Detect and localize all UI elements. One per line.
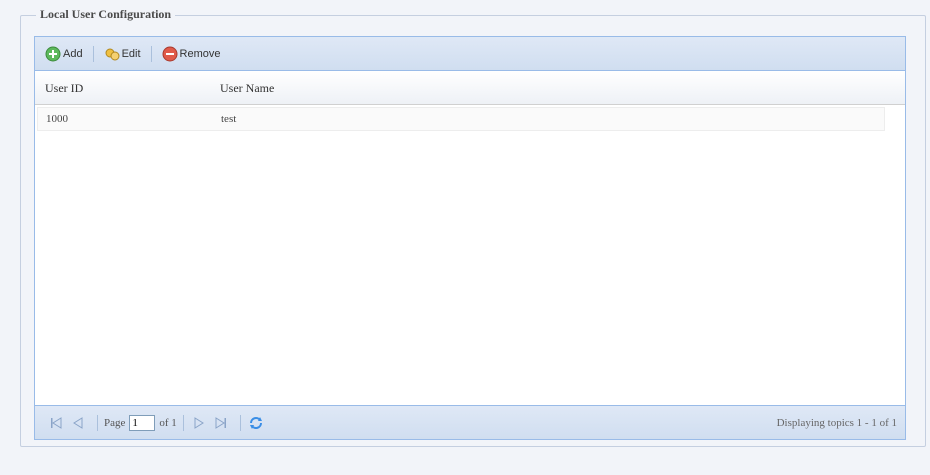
edit-button[interactable]: Edit — [100, 43, 145, 65]
refresh-icon[interactable] — [247, 414, 265, 432]
last-page-icon[interactable] — [212, 414, 230, 432]
edit-button-label: Edit — [121, 47, 141, 60]
remove-button-label: Remove — [179, 47, 221, 60]
first-page-icon[interactable] — [47, 414, 65, 432]
fieldset-legend: Local User Configuration — [36, 7, 176, 22]
toolbar-separator — [92, 45, 94, 62]
remove-button[interactable]: Remove — [158, 43, 225, 65]
add-button[interactable]: Add — [41, 43, 87, 65]
edit-icon — [105, 48, 120, 60]
cell-user-name: test — [221, 113, 237, 125]
page-label: Page — [104, 416, 126, 429]
column-header-user-id[interactable]: User ID — [45, 71, 83, 105]
grid-header-row: User ID User Name — [35, 71, 905, 105]
pager-separator — [182, 414, 184, 431]
pager-separator — [97, 414, 98, 431]
grid-toolbar: Add Edit Remove — [35, 37, 905, 71]
table-row[interactable]: 1000 test — [37, 107, 885, 131]
display-message: Displaying topics 1 - 1 of 1 — [776, 417, 897, 429]
remove-icon — [162, 46, 178, 61]
user-grid: Add Edit Remove User ID User Name 1000 t… — [34, 36, 906, 440]
page-number-input[interactable] — [129, 414, 156, 431]
grid-pager: Page of 1 Displaying topics 1 - 1 of 1 — [35, 405, 905, 439]
pager-separator — [239, 414, 241, 431]
add-button-label: Add — [63, 47, 83, 60]
prev-page-icon[interactable] — [69, 414, 87, 432]
next-page-icon[interactable] — [190, 414, 208, 432]
column-header-user-name[interactable]: User Name — [220, 71, 274, 105]
add-icon — [45, 46, 61, 61]
page-of-label: of 1 — [159, 416, 177, 429]
toolbar-separator — [150, 45, 152, 62]
cell-user-id: 1000 — [46, 113, 68, 125]
